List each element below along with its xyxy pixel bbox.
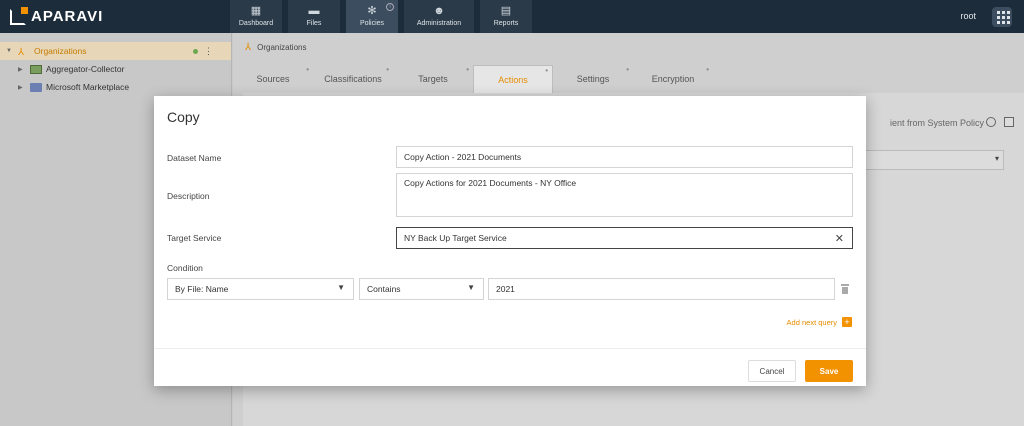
tab-actions[interactable]: Actions xyxy=(473,57,553,93)
info-icon[interactable] xyxy=(986,117,996,127)
description-value: Copy Actions for 2021 Documents - NY Off… xyxy=(404,178,577,188)
condition-operator-value: Contains xyxy=(367,284,401,294)
dialog-title: Copy xyxy=(167,109,200,125)
sidebar-item-label: Aggregator-Collector xyxy=(46,64,125,74)
nav-dashboard-label: Dashboard xyxy=(238,20,274,27)
plus-icon: + xyxy=(842,317,852,327)
description-field[interactable]: Copy Actions for 2021 Documents - NY Off… xyxy=(396,173,853,217)
user-name[interactable]: root xyxy=(960,11,976,21)
top-bar: APARAVI ▦ Dashboard ▬ Files ✻ Policies i… xyxy=(0,0,1024,33)
target-service-label: Target Service xyxy=(167,233,222,243)
organization-icon: ⅄ xyxy=(18,46,25,58)
aparavi-logo[interactable]: APARAVI xyxy=(10,6,104,25)
condition-value-input[interactable]: 2021 xyxy=(488,278,835,300)
copy-dialog: Copy Dataset Name Copy Action - 2021 Doc… xyxy=(154,96,866,386)
dialog-divider xyxy=(154,348,866,349)
inherit-checkbox[interactable] xyxy=(1004,117,1014,127)
nav-files[interactable]: ▬ Files xyxy=(288,0,340,33)
cancel-button[interactable]: Cancel xyxy=(748,360,796,382)
status-dot xyxy=(193,48,198,54)
folder-icon xyxy=(30,82,42,92)
info-icon[interactable]: i xyxy=(386,3,394,11)
tab-targets[interactable]: Targets xyxy=(393,56,473,93)
clear-icon[interactable]: ✕ xyxy=(835,232,844,245)
condition-label: Condition xyxy=(167,263,203,273)
kebab-menu-icon[interactable]: ⋮ xyxy=(204,46,213,57)
description-label: Description xyxy=(167,191,210,201)
nav-policies[interactable]: ✻ Policies i xyxy=(346,0,398,33)
policy-tabs: Sources Classifications Targets Actions … xyxy=(233,56,713,93)
users-icon: ☻ xyxy=(433,5,445,17)
sidebar-item-label: Microsoft Marketplace xyxy=(46,82,130,92)
aggregator-icon xyxy=(30,64,42,74)
nav-administration-label: Administration xyxy=(416,20,462,27)
background-select[interactable] xyxy=(864,150,1004,170)
tab-classifications[interactable]: Classifications xyxy=(313,56,393,93)
target-service-value: NY Back Up Target Service xyxy=(404,233,507,243)
sidebar-item-aggregator-collector[interactable]: ▶ Aggregator-Collector xyxy=(0,60,231,78)
condition-operator-select[interactable]: Contains ▼ xyxy=(359,278,484,300)
sidebar-item-organizations[interactable]: ▼ ⅄ Organizations ⋮ xyxy=(0,42,231,60)
inherit-label: ient from System Policy xyxy=(889,118,984,128)
add-query-label: Add next query xyxy=(786,317,837,327)
condition-value-text: 2021 xyxy=(496,284,515,294)
apps-grid-icon[interactable] xyxy=(992,7,1012,27)
dataset-name-value: Copy Action - 2021 Documents xyxy=(404,152,522,162)
breadcrumb-label[interactable]: Organizations xyxy=(257,43,306,52)
report-icon: ▤ xyxy=(500,5,512,17)
chevron-right-icon[interactable]: ▶ xyxy=(18,84,26,91)
condition-field-value: By File: Name xyxy=(175,284,229,294)
main-nav: ▦ Dashboard ▬ Files ✻ Policies i ☻ Admin… xyxy=(230,0,538,33)
breadcrumb: ⅄ Organizations xyxy=(245,42,306,53)
sidebar-item-label: Organizations xyxy=(34,46,87,56)
chevron-down-icon[interactable]: ▼ xyxy=(6,48,14,54)
target-service-field[interactable]: NY Back Up Target Service ✕ xyxy=(396,227,853,249)
gear-icon: ✻ xyxy=(367,5,377,17)
save-button[interactable]: Save xyxy=(805,360,853,382)
dropdown-arrow-icon: ▼ xyxy=(337,283,345,292)
dropdown-arrow-icon: ▼ xyxy=(467,283,475,292)
dashboard-icon: ▦ xyxy=(250,5,262,17)
condition-field-select[interactable]: By File: Name ▼ xyxy=(167,278,354,300)
folder-icon: ▬ xyxy=(308,5,320,17)
sidebar-item-microsoft-marketplace[interactable]: ▶ Microsoft Marketplace xyxy=(0,78,231,96)
tab-sources[interactable]: Sources xyxy=(233,56,313,93)
organization-icon: ⅄ xyxy=(245,42,252,53)
nav-policies-label: Policies xyxy=(359,20,385,27)
dataset-name-label: Dataset Name xyxy=(167,153,222,163)
tab-settings[interactable]: Settings xyxy=(553,56,633,93)
tab-encryption[interactable]: Encryption xyxy=(633,56,713,93)
add-next-query-link[interactable]: Add next query + xyxy=(787,317,852,327)
nav-dashboard[interactable]: ▦ Dashboard xyxy=(230,0,282,33)
logo-text: APARAVI xyxy=(31,8,104,25)
nav-administration[interactable]: ☻ Administration xyxy=(404,0,474,33)
nav-reports-label: Reports xyxy=(493,20,519,27)
nav-reports[interactable]: ▤ Reports xyxy=(480,0,532,33)
logo-mark-icon xyxy=(10,6,28,25)
nav-files-label: Files xyxy=(306,20,322,27)
chevron-right-icon[interactable]: ▶ xyxy=(18,66,26,73)
trash-icon[interactable] xyxy=(841,284,849,294)
dataset-name-field[interactable]: Copy Action - 2021 Documents xyxy=(396,146,853,168)
